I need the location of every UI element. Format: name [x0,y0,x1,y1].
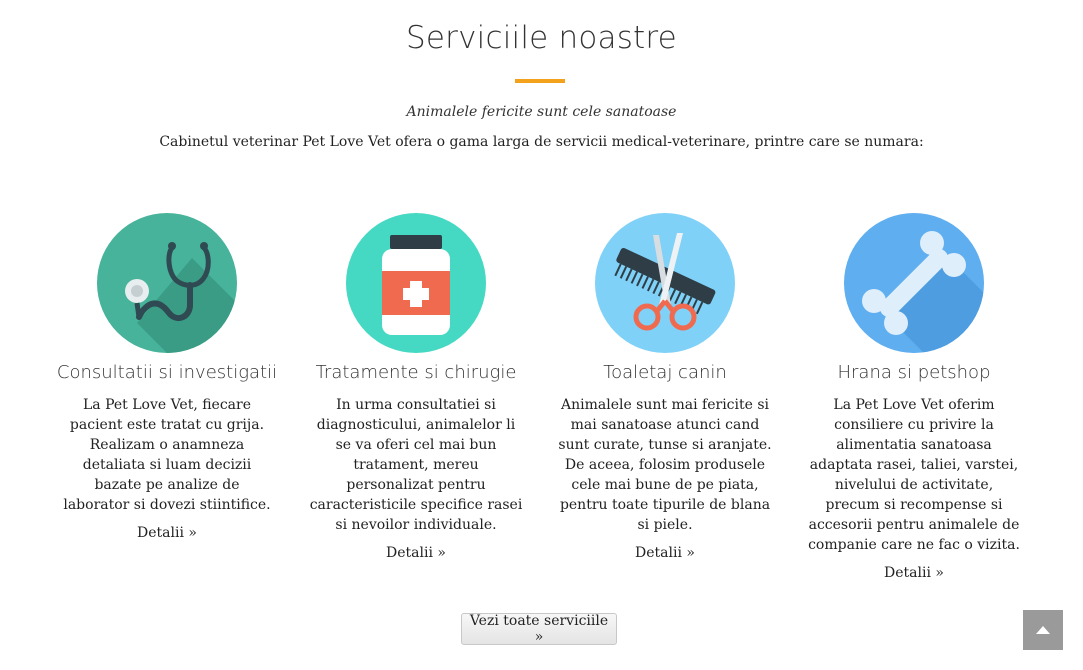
bone-icon [844,213,984,353]
service-description: In urma consultatiei si diagnosticului, … [309,397,523,533]
details-link[interactable]: Detalii » [137,525,197,541]
title-underline [515,79,565,83]
service-description: Animalele sunt mai fericite si mai sanat… [558,397,772,533]
details-link[interactable]: Detalii » [386,545,446,561]
service-title: Toaletaj canin [603,362,727,383]
scroll-to-top-button[interactable] [1023,610,1063,650]
service-title: Consultatii si investigatii [56,362,278,383]
section-title: Serviciile noastre [406,20,677,56]
service-description: La Pet Love Vet oferim consiliere cu pri… [808,397,1020,553]
service-title: Hrana si petshop [837,362,991,383]
all-services-button[interactable]: Vezi toate serviciile » [461,613,617,645]
service-card-treatments: Tratamente si chirugie In urma consultat… [300,213,532,561]
stethoscope-icon [97,213,237,353]
service-card-grooming: Toaletaj canin Animalele sunt mai ferici… [549,213,781,561]
details-link[interactable]: Detalii » [635,545,695,561]
service-card-consultations: Consultatii si investigatii La Pet Love … [51,213,283,541]
intro-text: Cabinetul veterinar Pet Love Vet ofera o… [159,134,924,150]
service-description: La Pet Love Vet, fiecare pacient este tr… [63,397,271,513]
service-card-food-petshop: Hrana si petshop La Pet Love Vet oferim … [798,213,1030,581]
medicine-bottle-icon [346,213,486,353]
chevron-up-icon [1036,626,1050,634]
tagline: Animalele fericite sunt cele sanatoase [406,104,677,120]
comb-scissors-icon [595,213,735,353]
details-link[interactable]: Detalii » [884,565,944,581]
service-title: Tratamente si chirugie [315,362,517,383]
